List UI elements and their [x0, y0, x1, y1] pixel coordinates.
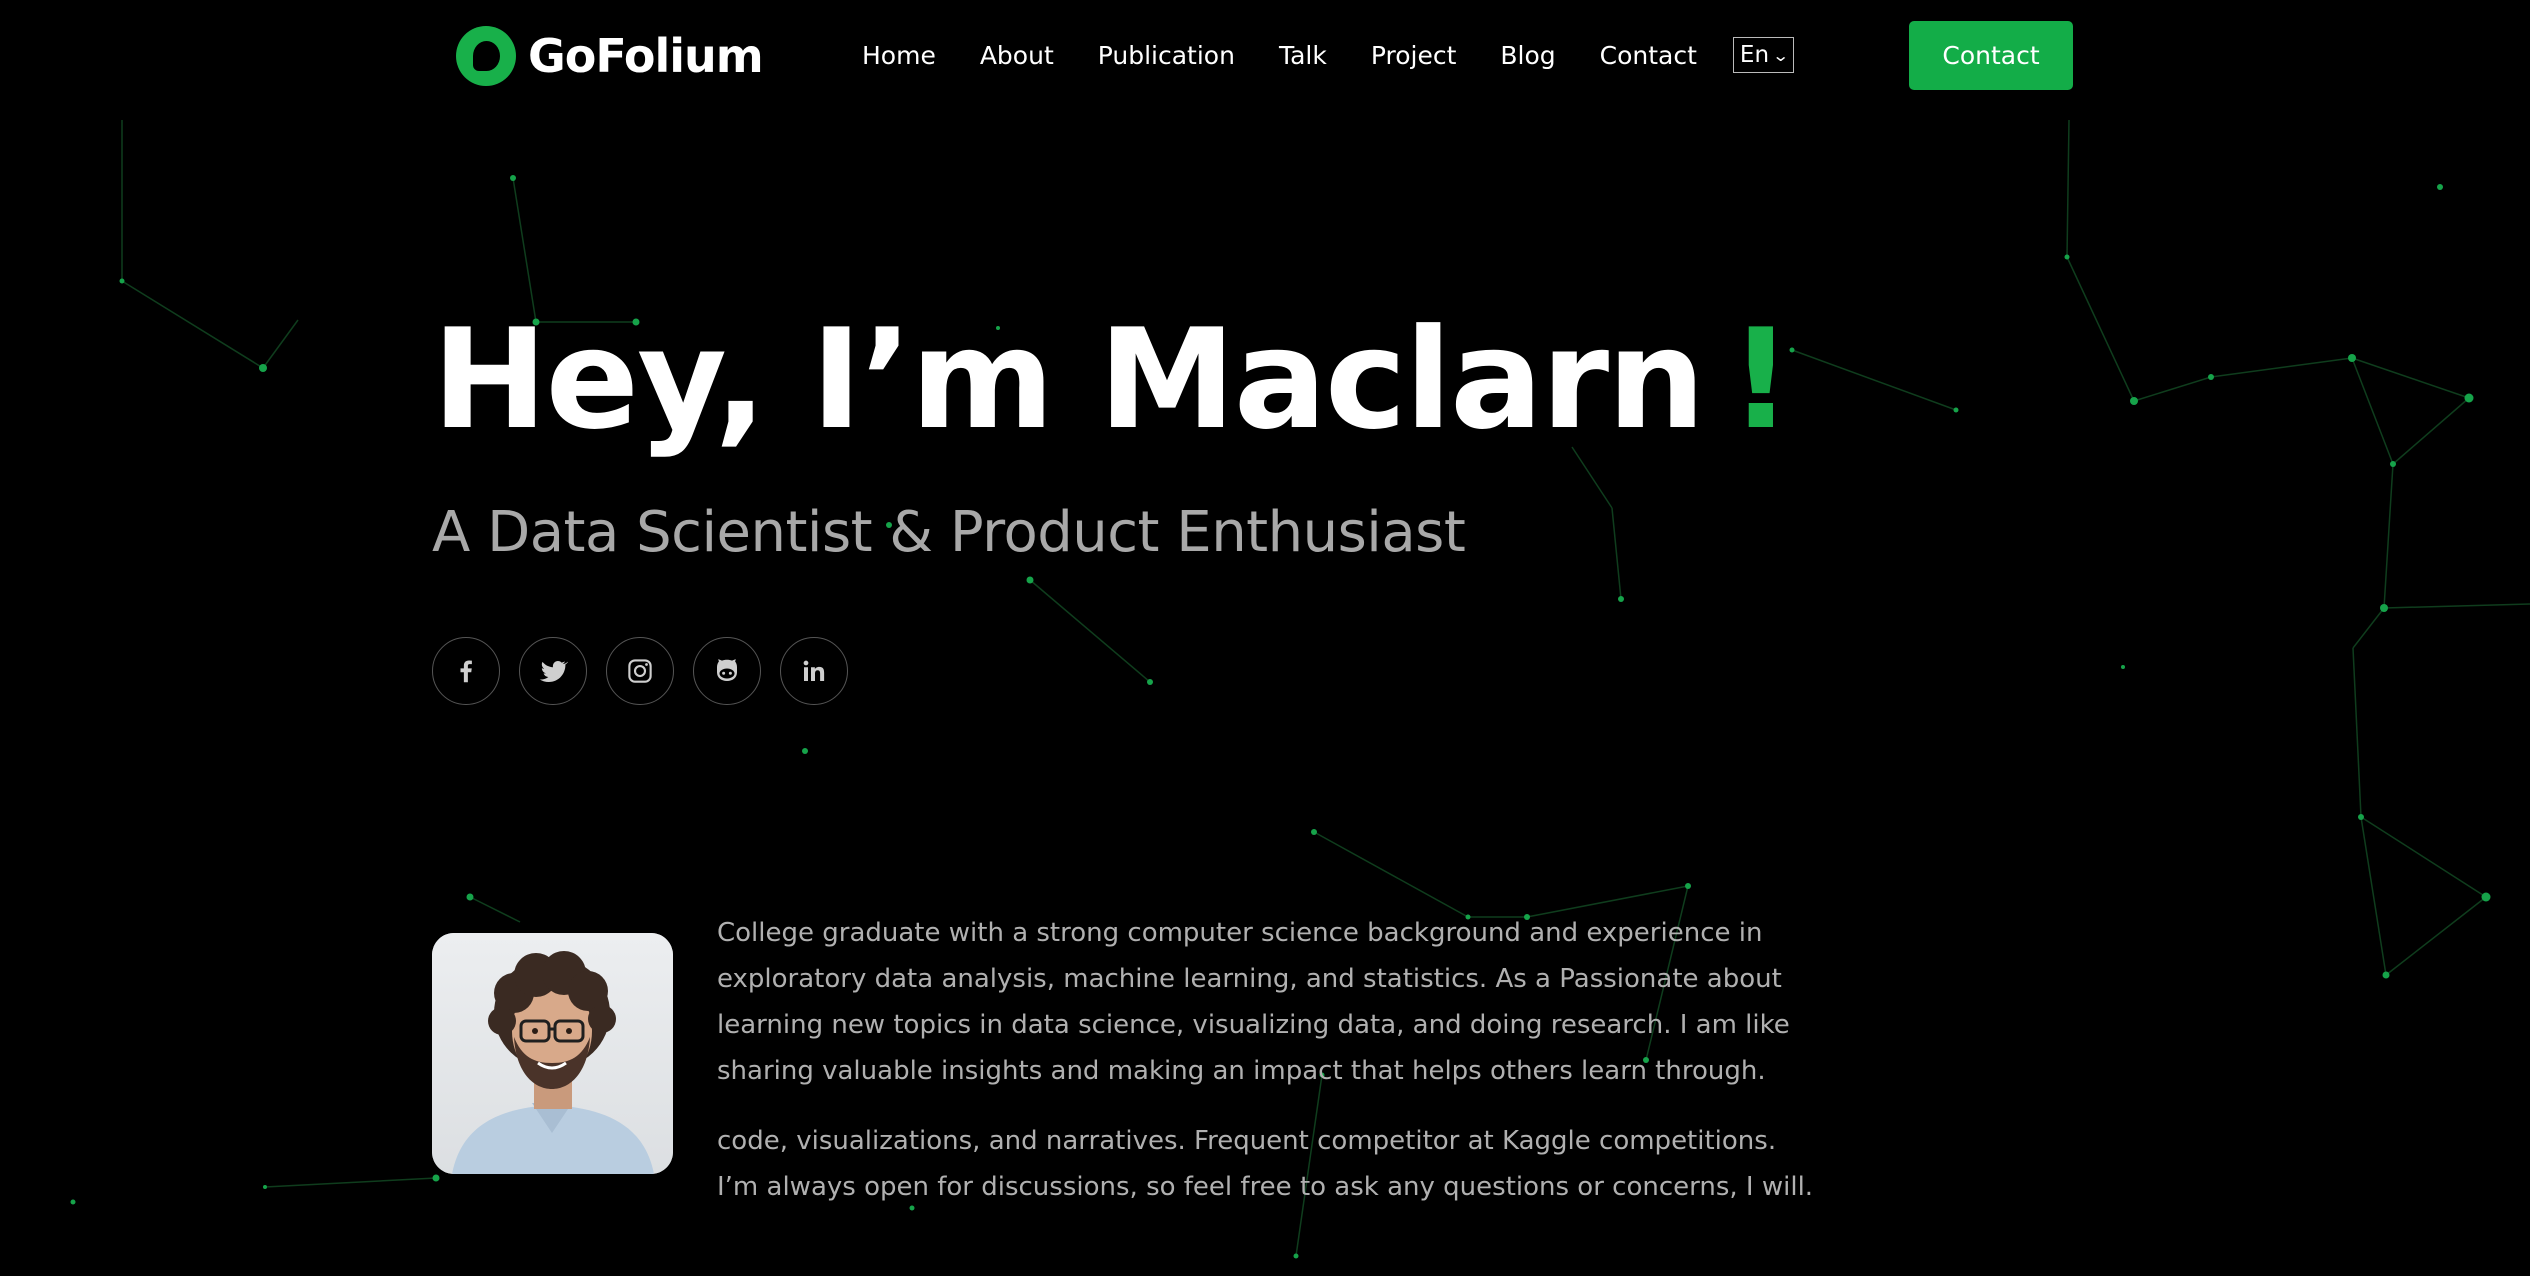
nav-item-project[interactable]: Project — [1371, 41, 1457, 70]
hero-title-exclamation: ! — [1729, 299, 1792, 460]
nav-item-home[interactable]: Home — [862, 41, 936, 70]
contact-button[interactable]: Contact — [1909, 21, 2073, 90]
linkedin-link[interactable] — [780, 637, 848, 705]
nav-item-publication[interactable]: Publication — [1098, 41, 1235, 70]
facebook-link[interactable] — [432, 637, 500, 705]
twitter-icon — [539, 661, 568, 682]
page-canvas: GoFolium Home About Publication Talk Pro… — [0, 0, 2530, 1276]
about-text: College graduate with a strong computer … — [717, 910, 1817, 1234]
main-nav: Home About Publication Talk Project Blog… — [862, 30, 1795, 80]
logo-icon — [456, 26, 516, 86]
facebook-icon — [460, 660, 472, 683]
language-select[interactable]: En ⌄ — [1732, 37, 1795, 73]
instagram-icon — [628, 659, 652, 683]
profile-photo-illustration — [432, 933, 673, 1174]
hero-title-text: Hey, I’m Maclarn — [432, 299, 1705, 460]
chevron-down-icon: ⌄ — [1772, 45, 1790, 65]
profile-photo — [432, 933, 673, 1174]
top-navbar: GoFolium Home About Publication Talk Pro… — [0, 0, 2530, 110]
nav-item-blog[interactable]: Blog — [1500, 41, 1555, 70]
instagram-link[interactable] — [606, 637, 674, 705]
nav-item-contact[interactable]: Contact — [1600, 41, 1697, 70]
linkedin-icon — [803, 660, 825, 681]
brand-logo[interactable]: GoFolium — [456, 24, 764, 88]
hero-subtitle: A Data Scientist & Product Enthusiast — [432, 500, 1466, 565]
social-links — [432, 637, 867, 705]
hero-title: Hey, I’m Maclarn! — [432, 299, 1792, 460]
github-icon — [717, 659, 737, 681]
twitter-link[interactable] — [519, 637, 587, 705]
brand-name: GoFolium — [528, 29, 764, 83]
about-paragraph: code, visualizations, and narratives. Fr… — [717, 1126, 1814, 1202]
github-link[interactable] — [693, 637, 761, 705]
about-paragraph: College graduate with a strong computer … — [717, 918, 1790, 1086]
language-selected-value: En — [1739, 42, 1770, 68]
nav-item-talk[interactable]: Talk — [1279, 41, 1327, 70]
nav-item-about[interactable]: About — [980, 41, 1054, 70]
